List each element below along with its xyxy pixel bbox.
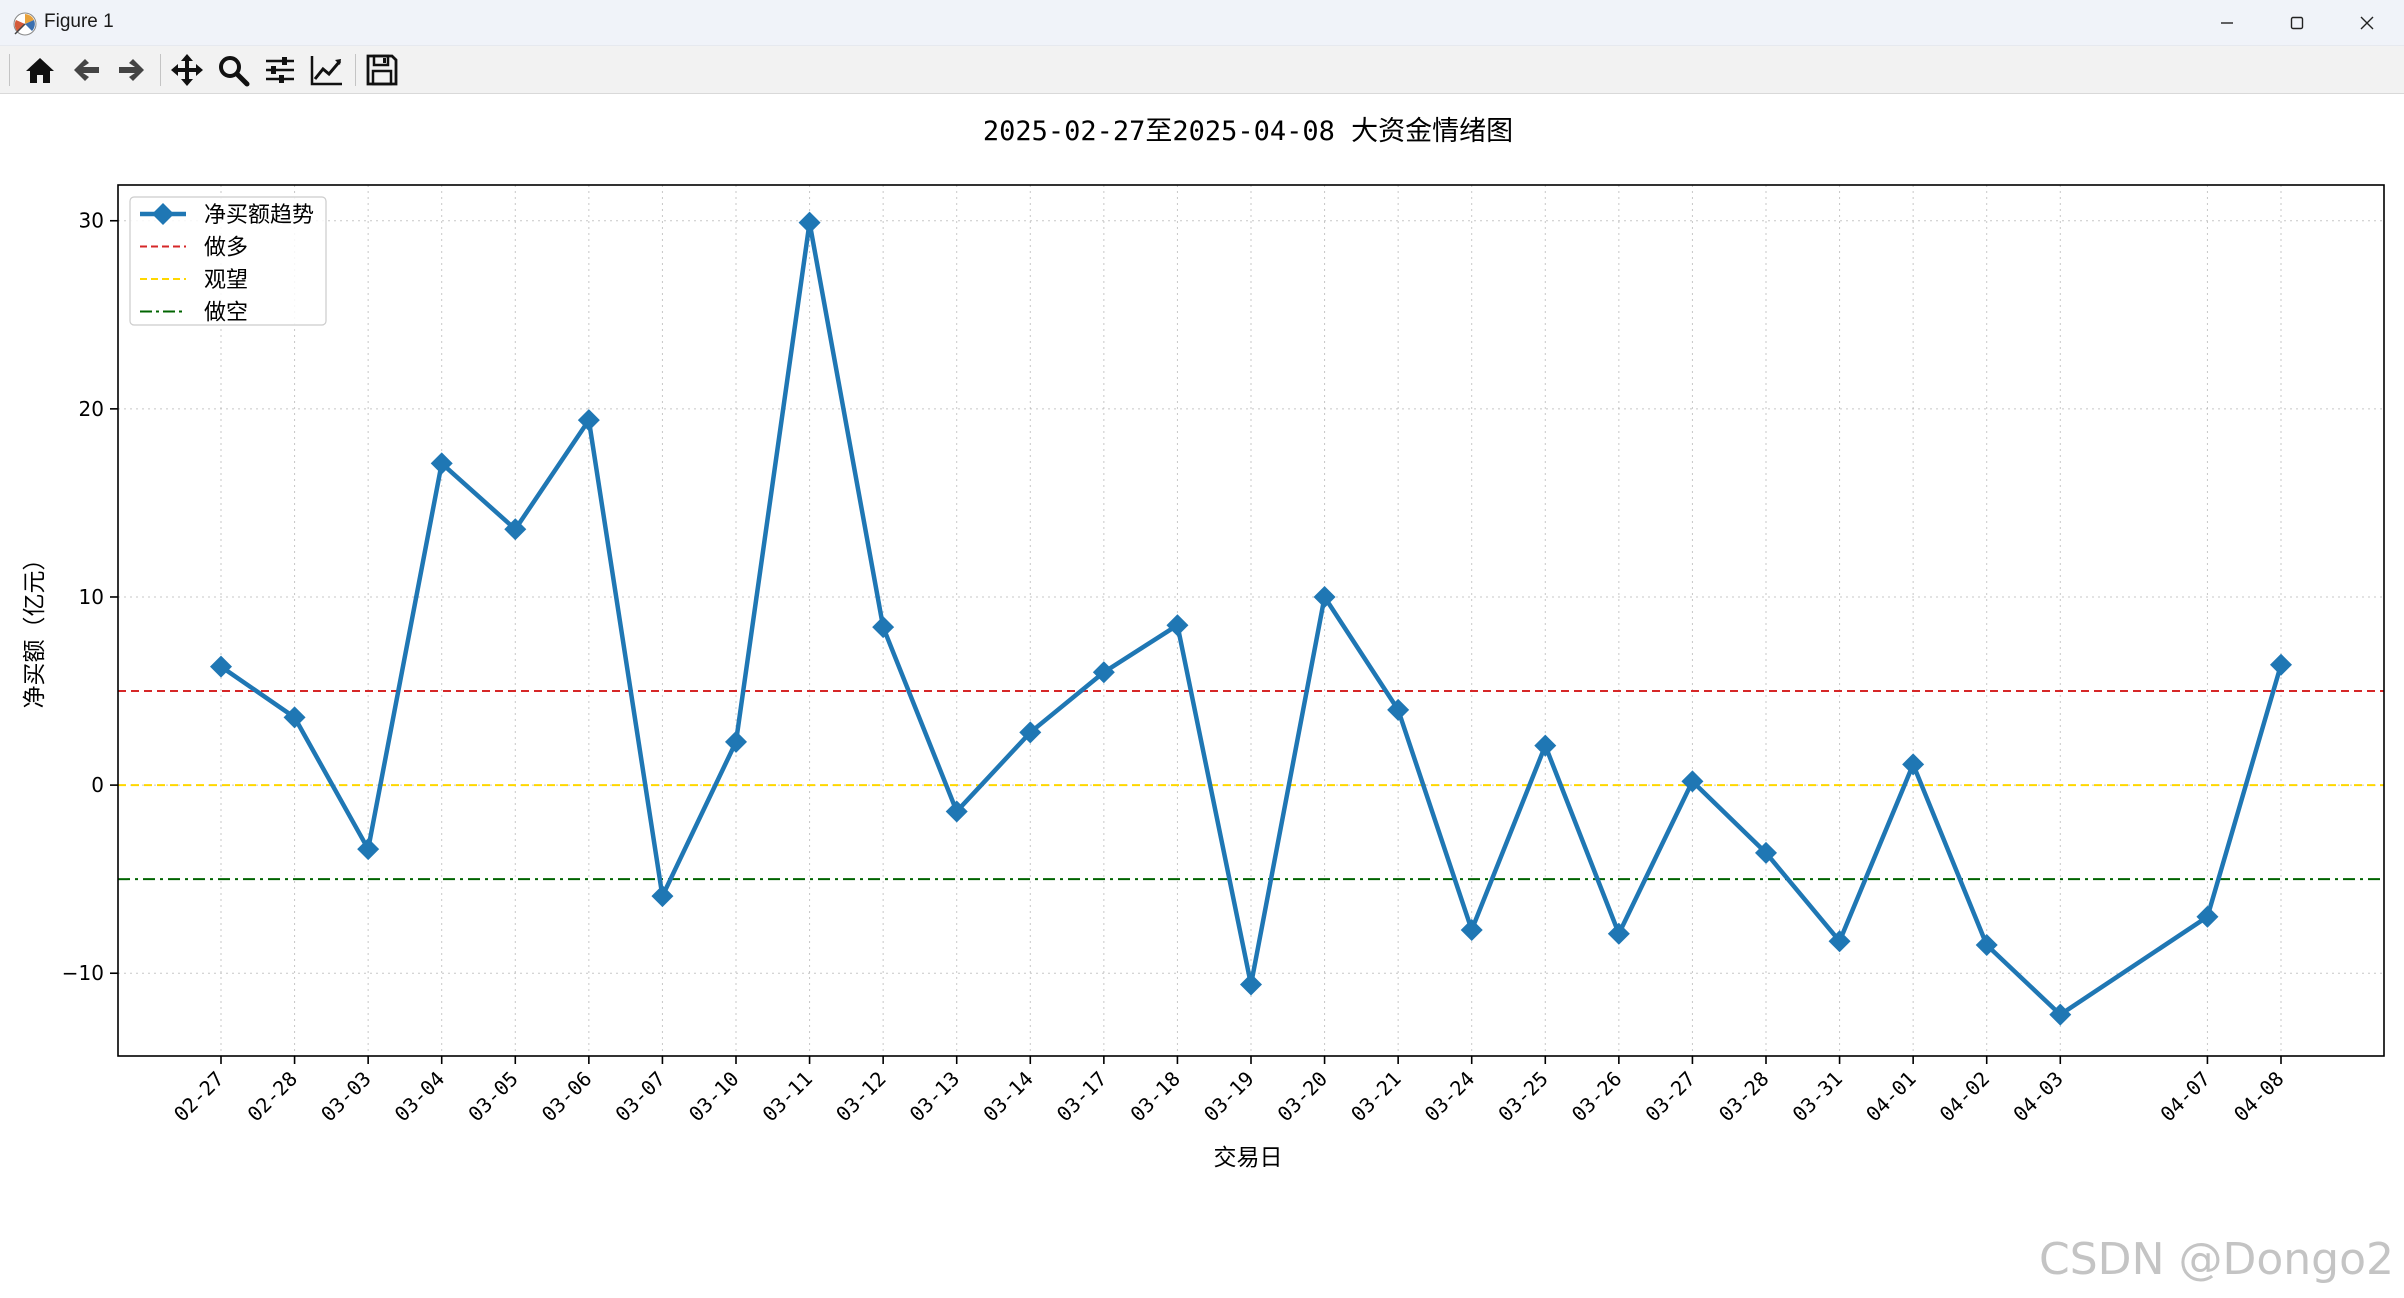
x-axis-label: 交易日 — [1214, 1145, 1283, 1171]
y-tick-label: −10 — [62, 961, 104, 985]
x-tick-label: 03-28 — [1714, 1067, 1774, 1127]
x-axis-ticks: 02-27 02-28 03-03 03-04 03-05 03-06 03-07 03-10… — [169, 1056, 2289, 1126]
window-title: Figure 1 — [44, 11, 114, 32]
y-tick-label: 10 — [79, 585, 104, 609]
toolbar-separator — [160, 54, 161, 86]
configure-subplots-icon — [266, 57, 294, 83]
x-tick-label: 04-03 — [2008, 1067, 2068, 1127]
data-point-marker — [872, 616, 895, 639]
grid-lines — [118, 185, 2384, 1056]
window-titlebar: Figure 1 — [0, 0, 2404, 46]
x-tick-label: 03-18 — [1125, 1067, 1185, 1127]
x-tick-label: 03-12 — [831, 1067, 891, 1127]
axes-frame — [117, 184, 2385, 1057]
y-tick-label: 0 — [91, 773, 104, 797]
home-icon — [26, 58, 54, 83]
x-tick-label: 03-19 — [1199, 1067, 1259, 1127]
close-button[interactable] — [2332, 0, 2402, 46]
y-axis-ticks: −10 0 10 20 30 — [62, 209, 118, 985]
home-button[interactable] — [20, 52, 60, 88]
minimize-icon — [2221, 22, 2233, 24]
pan-button[interactable] — [167, 52, 207, 88]
pan-icon — [171, 54, 203, 86]
maximize-button[interactable] — [2262, 0, 2332, 46]
x-tick-label: 03-11 — [758, 1067, 818, 1127]
matplotlib-app-icon — [12, 11, 38, 37]
y-tick-label: 20 — [79, 397, 104, 421]
data-point-marker — [651, 885, 674, 908]
x-tick-label: 02-27 — [169, 1067, 229, 1127]
x-tick-label: 03-31 — [1788, 1067, 1848, 1127]
x-tick-label: 03-13 — [905, 1067, 965, 1127]
toolbar-separator — [355, 54, 356, 86]
edit-axes-button[interactable] — [307, 52, 347, 88]
maximize-icon — [2290, 16, 2304, 30]
x-tick-label: 03-06 — [537, 1067, 597, 1127]
back-button[interactable] — [66, 52, 106, 88]
edit-axes-icon — [310, 56, 342, 86]
data-point-marker — [1534, 734, 1557, 757]
data-point-marker — [798, 211, 821, 234]
forward-button[interactable] — [112, 52, 152, 88]
x-tick-label: 04-08 — [2229, 1067, 2289, 1127]
x-tick-label: 03-25 — [1493, 1067, 1553, 1127]
figure-toolbar — [0, 46, 2404, 94]
x-tick-label: 03-14 — [978, 1067, 1038, 1127]
legend-label: 净买额趋势 — [204, 203, 314, 228]
zoom-icon — [219, 56, 250, 87]
x-tick-label: 03-21 — [1346, 1067, 1406, 1127]
data-point-marker — [1607, 922, 1630, 945]
watermark: CSDN @Dongo2 — [2039, 1234, 2394, 1285]
data-point-marker — [2270, 653, 2292, 676]
legend: 净买额趋势做多观望做空 — [129, 196, 327, 326]
configure-subplots-button[interactable] — [260, 52, 300, 88]
x-tick-label: 03-04 — [390, 1067, 450, 1127]
minimize-button[interactable] — [2192, 0, 2262, 46]
legend-label: 做空 — [204, 301, 248, 326]
data-point-marker — [357, 838, 380, 861]
x-tick-label: 03-03 — [316, 1067, 376, 1127]
x-tick-label: 03-20 — [1273, 1067, 1333, 1127]
save-icon — [366, 54, 398, 86]
x-tick-label: 03-10 — [684, 1067, 744, 1127]
y-axis-label: 净买额（亿元） — [22, 548, 48, 709]
forward-arrow-icon — [119, 59, 144, 81]
close-icon — [2360, 16, 2374, 30]
x-tick-label: 03-24 — [1420, 1067, 1480, 1127]
x-tick-label: 04-02 — [1935, 1067, 1995, 1127]
data-point-marker — [1902, 753, 1925, 776]
data-point-marker — [1240, 973, 1262, 996]
y-tick-label: 30 — [79, 209, 104, 233]
chart-title: 2025-02-27至2025-04-08 大资金情绪图 — [983, 116, 1513, 147]
x-tick-label: 03-26 — [1567, 1067, 1627, 1127]
x-tick-label: 03-17 — [1052, 1067, 1112, 1127]
x-tick-label: 04-01 — [1861, 1067, 1921, 1127]
data-point-marker — [1460, 918, 1483, 941]
back-arrow-icon — [74, 59, 99, 81]
legend-label: 观望 — [204, 268, 248, 293]
figure-canvas: 2025-02-27至2025-04-08 大资金情绪图 −10 0 10 20 30 … — [0, 94, 2404, 1298]
data-point-marker — [1166, 614, 1189, 637]
chart-svg[interactable]: 2025-02-27至2025-04-08 大资金情绪图 −100102030 … — [0, 94, 2404, 1298]
zoom-button[interactable] — [213, 52, 253, 88]
data-point-marker — [725, 730, 747, 753]
x-tick-label: 03-05 — [463, 1067, 523, 1127]
legend-label: 做多 — [204, 236, 248, 261]
x-tick-label: 03-07 — [610, 1067, 670, 1127]
save-button[interactable] — [362, 52, 402, 88]
x-tick-label: 02-28 — [243, 1067, 303, 1127]
x-tick-label: 03-27 — [1640, 1067, 1700, 1127]
x-tick-label: 04-07 — [2155, 1067, 2215, 1127]
toolbar-grip — [9, 54, 10, 86]
